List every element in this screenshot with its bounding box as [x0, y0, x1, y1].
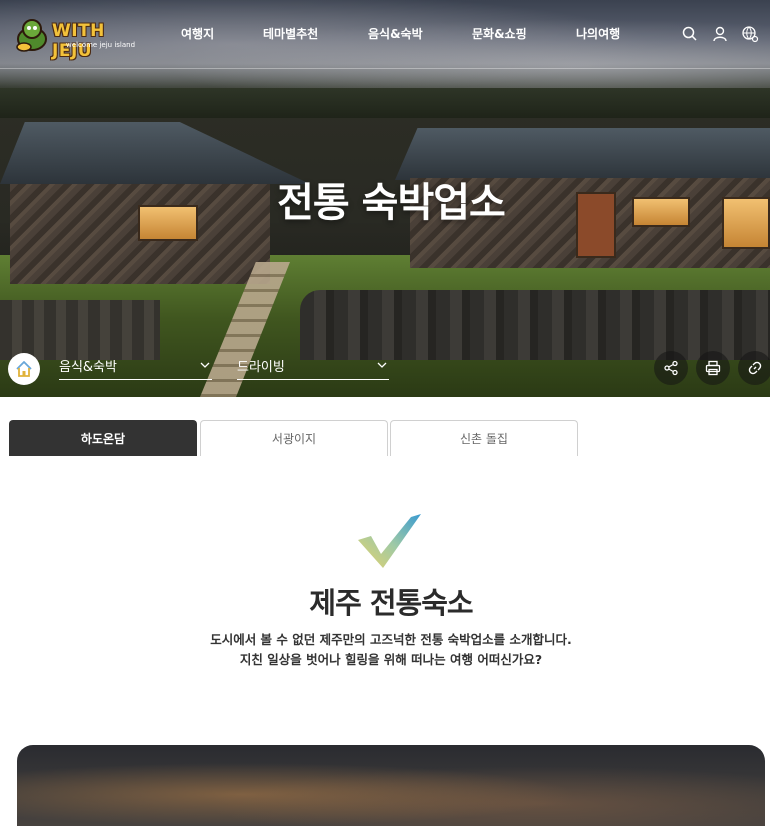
tab-hadoondam[interactable]: 하도온담	[9, 420, 197, 456]
share-button[interactable]	[654, 351, 688, 385]
intro-line-1: 도시에서 볼 수 없던 제주만의 고즈넉한 전통 숙박업소를 소개합니다.	[210, 632, 572, 647]
intro-line-2: 지친 일상을 벗어나 힐링을 위해 떠나는 여행 어떠신가요?	[239, 652, 543, 667]
breadcrumb-level2-label: 드라이빙	[237, 360, 285, 375]
share-icon	[664, 360, 678, 376]
nav-item-themes[interactable]: 테마별추천	[263, 25, 318, 42]
stone-wall	[300, 290, 770, 360]
nav-item-culture-shopping[interactable]: 문화&쇼핑	[472, 25, 527, 42]
breadcrumb-level1-label: 음식&숙박	[59, 360, 117, 375]
user-icon[interactable]	[711, 25, 729, 43]
intro-title: 제주 전통숙소	[309, 586, 473, 620]
logo-tagline: welcome jeju island	[66, 41, 136, 49]
print-button[interactable]	[696, 351, 730, 385]
site-logo[interactable]: WITH JEJU welcome jeju island	[14, 15, 149, 61]
nav-item-my-trip[interactable]: 나의여행	[576, 25, 620, 42]
hero-title: 전통 숙박업소	[277, 180, 506, 226]
chevron-down-icon	[200, 362, 210, 368]
logo-mascot-icon	[16, 19, 47, 52]
tab-seogwangiji[interactable]: 서광이지	[200, 420, 388, 456]
stone-wall	[0, 300, 160, 360]
breadcrumb-level1-select[interactable]: 음식&숙박	[59, 354, 212, 380]
nav-item-food-stay[interactable]: 음식&숙박	[368, 25, 423, 42]
home-button[interactable]	[8, 353, 40, 385]
tab-sinchon-doljip[interactable]: 신촌 돌집	[390, 420, 578, 456]
hero-banner: WITH JEJU welcome jeju island 여행지 테마별추천 …	[0, 0, 770, 397]
home-icon	[16, 361, 32, 377]
search-icon[interactable]	[681, 25, 699, 43]
accommodation-photo	[17, 745, 765, 826]
link-icon	[748, 361, 762, 375]
checkmark-icon	[358, 514, 421, 568]
language-icon[interactable]	[741, 25, 759, 43]
breadcrumb-level2-select[interactable]: 드라이빙	[237, 354, 389, 380]
nav-item-destinations[interactable]: 여행지	[181, 25, 214, 42]
treeline	[0, 88, 770, 118]
intro-description: 도시에서 볼 수 없던 제주만의 고즈넉한 전통 숙박업소를 소개합니다. 지친…	[0, 630, 770, 670]
chevron-down-icon	[377, 362, 387, 368]
print-icon	[705, 360, 721, 376]
site-header: WITH JEJU welcome jeju island 여행지 테마별추천 …	[0, 0, 770, 69]
copy-link-button[interactable]	[738, 351, 770, 385]
